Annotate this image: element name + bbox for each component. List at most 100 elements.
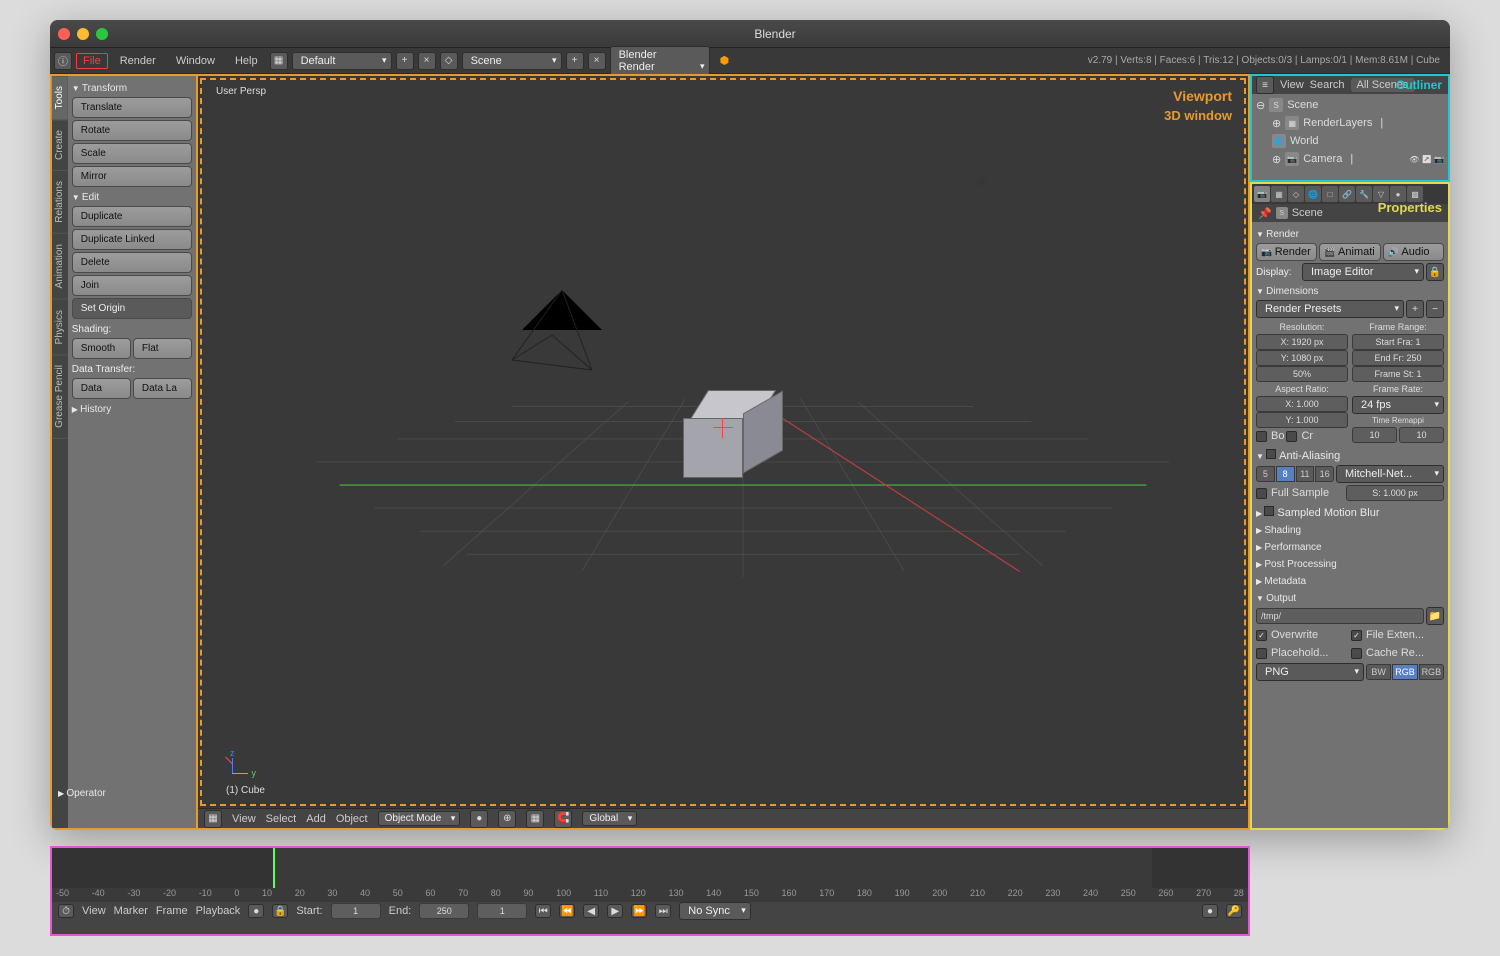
jump-prev-keyframe-icon[interactable]: ⏪ (559, 904, 575, 918)
file-extensions-checkbox[interactable]: File Exten... (1351, 627, 1444, 643)
world-tab-icon[interactable]: 🌐 (1305, 186, 1321, 202)
outliner-search-menu[interactable]: Search (1310, 79, 1345, 91)
flat-button[interactable]: Flat (133, 338, 192, 359)
resolution-x-field[interactable]: X: 1920 px (1256, 334, 1348, 350)
aspect-y-field[interactable]: Y: 1.000 (1256, 412, 1348, 428)
lock-icon[interactable]: 🔒 (272, 904, 288, 918)
close-window-icon[interactable] (58, 28, 70, 40)
duplicate-button[interactable]: Duplicate (72, 206, 192, 227)
output-path-field[interactable]: /tmp/ (1256, 608, 1424, 624)
3d-viewport[interactable]: Viewport 3D window User Persp (1) Cube (200, 78, 1246, 806)
play-icon[interactable]: ▶ (607, 904, 623, 918)
output-format-dropdown[interactable]: PNG (1256, 663, 1364, 681)
start-frame-field[interactable]: Start Fra: 1 (1352, 334, 1444, 350)
edit-panel-header[interactable]: Edit (72, 189, 192, 206)
display-dropdown[interactable]: Image Editor (1302, 263, 1424, 281)
screen-layout-dropdown[interactable]: Default (292, 52, 392, 70)
cache-result-checkbox[interactable]: Cache Re... (1351, 645, 1444, 661)
time-new-field[interactable]: 10 (1399, 427, 1444, 443)
tab-grease-pencil[interactable]: Grease Pencil (52, 355, 68, 439)
duplicate-linked-button[interactable]: Duplicate Linked (72, 229, 192, 250)
aspect-x-field[interactable]: X: 1.000 (1256, 396, 1348, 412)
placeholders-checkbox[interactable]: Placehold... (1256, 645, 1349, 661)
end-frame-field[interactable]: 250 (419, 903, 469, 919)
tab-animation[interactable]: Animation (52, 234, 68, 299)
resolution-pct-field[interactable]: 50% (1256, 366, 1348, 382)
timeline-marker-menu[interactable]: Marker (114, 905, 148, 917)
jump-to-end-icon[interactable]: ⏭ (655, 904, 671, 918)
delete-scene-button[interactable]: × (588, 52, 606, 70)
keying-set-icon[interactable]: 🔑 (1226, 904, 1242, 918)
viewport-editor-type-icon[interactable]: ▦ (204, 810, 222, 828)
data-layout-button[interactable]: Data La (133, 378, 192, 399)
history-panel-header[interactable]: History (72, 401, 192, 418)
timeline-frame-menu[interactable]: Frame (156, 905, 188, 917)
add-preset-button[interactable]: + (1406, 300, 1424, 318)
current-frame-field[interactable]: 1 (477, 903, 527, 919)
output-panel-header[interactable]: Output (1256, 590, 1444, 607)
render-tab-icon[interactable]: 📷 (1254, 186, 1270, 202)
pivot-icon[interactable]: ⊕ (498, 810, 516, 828)
outliner-view-menu[interactable]: View (1280, 79, 1304, 91)
mode-dropdown[interactable]: Object Mode (378, 811, 461, 826)
add-scene-button[interactable]: + (566, 52, 584, 70)
aa-5-option[interactable]: 5 (1256, 466, 1275, 482)
tab-physics[interactable]: Physics (52, 300, 68, 355)
delete-layout-button[interactable]: × (418, 52, 436, 70)
dimensions-panel-header[interactable]: Dimensions (1256, 283, 1444, 300)
modifiers-tab-icon[interactable]: 🔧 (1356, 186, 1372, 202)
auto-keyframe-icon[interactable]: ● (248, 904, 264, 918)
playhead[interactable] (273, 848, 275, 888)
join-button[interactable]: Join (72, 275, 192, 296)
timeline-track[interactable]: -50-40-30-20-100102030405060708090100110… (52, 848, 1248, 902)
select-menu[interactable]: Select (266, 813, 297, 825)
start-frame-field[interactable]: 1 (331, 903, 381, 919)
shading-panel-header[interactable]: Shading (1256, 522, 1444, 539)
render-presets-dropdown[interactable]: Render Presets (1256, 300, 1404, 318)
tree-world[interactable]: 🌐World (1256, 132, 1444, 150)
editor-type-icon[interactable]: ⓘ (54, 52, 72, 70)
operator-panel-header[interactable]: Operator (68, 785, 196, 802)
anti-aliasing-panel-header[interactable]: Anti-Aliasing (1256, 446, 1444, 465)
layers-icon[interactable]: ▦ (526, 810, 544, 828)
performance-panel-header[interactable]: Performance (1256, 539, 1444, 556)
file-menu[interactable]: File (76, 53, 108, 69)
delete-button[interactable]: Delete (72, 252, 192, 273)
snap-icon[interactable]: 🧲 (554, 810, 572, 828)
mirror-button[interactable]: Mirror (72, 166, 192, 187)
scene-icon[interactable]: ◇ (440, 52, 458, 70)
add-layout-button[interactable]: + (396, 52, 414, 70)
object-tab-icon[interactable]: □ (1322, 186, 1338, 202)
frame-step-field[interactable]: Frame St: 1 (1352, 366, 1444, 382)
tree-camera[interactable]: ⊕📷Camera|👁 ↗ 📷 (1256, 150, 1444, 168)
render-menu[interactable]: Render (112, 53, 164, 69)
timeline-editor-type-icon[interactable]: ⏱ (58, 904, 74, 918)
jump-next-keyframe-icon[interactable]: ⏩ (631, 904, 647, 918)
crop-checkbox[interactable]: Cr (1286, 428, 1313, 444)
animation-button[interactable]: 🎬 Animati (1319, 243, 1380, 261)
frame-rate-dropdown[interactable]: 24 fps (1352, 396, 1444, 414)
restrict-icons[interactable]: 👁 ↗ 📷 (1409, 155, 1444, 164)
metadata-panel-header[interactable]: Metadata (1256, 573, 1444, 590)
constraints-tab-icon[interactable]: 🔗 (1339, 186, 1355, 202)
aa-size-field[interactable]: S: 1.000 px (1346, 485, 1444, 501)
tab-create[interactable]: Create (52, 120, 68, 171)
timeline-view-menu[interactable]: View (82, 905, 106, 917)
overwrite-checkbox[interactable]: Overwrite (1256, 627, 1349, 643)
translate-button[interactable]: Translate (72, 97, 192, 118)
sync-dropdown[interactable]: No Sync (679, 902, 751, 920)
render-button[interactable]: 📷 Render (1256, 243, 1317, 261)
outliner-editor-type-icon[interactable]: ≡ (1256, 76, 1274, 94)
add-menu[interactable]: Add (306, 813, 326, 825)
pin-icon[interactable]: 📌 (1258, 207, 1272, 220)
audio-button[interactable]: 🔊 Audio (1383, 243, 1444, 261)
render-panel-header[interactable]: Render (1256, 226, 1444, 243)
orientation-dropdown[interactable]: Global (582, 811, 637, 826)
time-old-field[interactable]: 10 (1352, 427, 1397, 443)
scene-dropdown[interactable]: Scene (462, 52, 562, 70)
resolution-y-field[interactable]: Y: 1080 px (1256, 350, 1348, 366)
smooth-button[interactable]: Smooth (72, 338, 131, 359)
set-origin-dropdown[interactable]: Set Origin (72, 298, 192, 319)
lock-icon[interactable]: 🔒 (1426, 263, 1444, 281)
end-frame-field[interactable]: End Fr: 250 (1352, 350, 1444, 366)
